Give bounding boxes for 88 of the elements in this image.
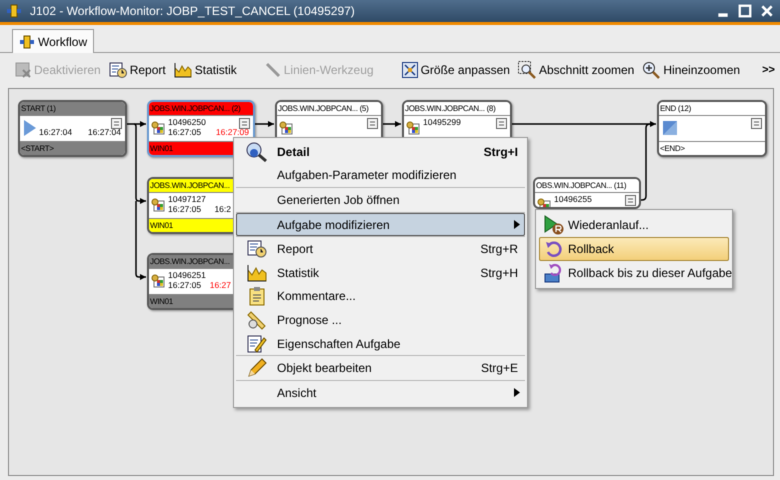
menu-item[interactable]: Rollback [539, 237, 729, 261]
zoom-area-icon [518, 60, 536, 78]
collapse-icon[interactable] [367, 118, 378, 129]
node-footer: WIN01 [149, 218, 235, 232]
chart-icon [247, 264, 267, 282]
restart-icon [543, 215, 565, 235]
play-icon [24, 120, 36, 136]
menu-item[interactable]: Report Strg+R [236, 237, 525, 261]
workflow-icon [6, 4, 22, 18]
more-button[interactable]: >> [759, 64, 778, 76]
job-number: 10496255 [554, 194, 592, 204]
node-header: OBS.WIN.JOBPCAN... (11) [535, 179, 639, 193]
start-time: 16:27:05 [168, 127, 202, 137]
job-icon [151, 121, 165, 135]
node-footer: <START> [20, 141, 125, 155]
node-header: JOBS.WIN.JOBPCAN... [149, 179, 235, 193]
end-icon [663, 121, 677, 135]
collapse-icon[interactable] [111, 118, 122, 129]
menu-item[interactable]: Kommentare... [236, 284, 525, 308]
node-header: START (1) [20, 102, 125, 116]
collapse-icon[interactable] [496, 118, 507, 129]
toolbar-button[interactable]: Statistik [170, 62, 240, 78]
node-header: END (12) [659, 102, 765, 116]
menu-item[interactable]: Ansicht [236, 380, 525, 405]
pencil-icon [247, 358, 267, 378]
node-footer: <END> [659, 141, 765, 155]
node-header: JOBS.WIN.JOBPCAN... (5) [277, 102, 381, 116]
tab[interactable]: Workflow [12, 29, 94, 53]
end-time: 16:27 [210, 280, 231, 290]
job-number: 10497127 [168, 194, 206, 204]
fit-size-icon [402, 62, 418, 78]
workflow-icon [19, 34, 35, 48]
menu-item[interactable]: Objekt bearbeiten Strg+E [236, 356, 525, 380]
menu-item[interactable]: Aufgaben-Parameter modifizieren [236, 164, 525, 188]
rollback-document-icon [544, 263, 564, 283]
workflow-node[interactable]: START (1) 16:27:04 16:27:04 <START> [18, 100, 127, 157]
deactivate-icon [15, 62, 31, 78]
window-title: J102 - Workflow-Monitor: JOBP_TEST_CANCEL (10495297) [30, 4, 356, 18]
start-time: 16:27:05 [168, 280, 202, 290]
collapse-icon[interactable] [239, 118, 250, 129]
toolbar-button[interactable]: Report [106, 62, 169, 78]
collapse-icon[interactable] [625, 195, 636, 206]
toolbar-button[interactable]: Abschnitt zoomen [514, 60, 638, 78]
node-footer: WIN01 [149, 294, 235, 308]
line-tool-icon [264, 62, 281, 78]
end-time: 16:2 [214, 204, 231, 214]
job-number: 10495299 [423, 117, 461, 127]
zoom-in-icon [642, 60, 660, 78]
report-icon [247, 240, 267, 258]
clipboard-icon [248, 286, 266, 306]
menu-item[interactable]: Eigenschaften Aufgabe [236, 332, 525, 356]
menu-item[interactable]: Rollback bis zu dieser Aufgabe [539, 261, 729, 285]
connector-arrow [381, 121, 401, 127]
toolbar-button[interactable]: Hineinzoomen [639, 60, 744, 78]
end-time: 16:27:09 [216, 127, 249, 137]
job-icon [151, 274, 165, 288]
workflow-node[interactable]: JOBS.WIN.JOBPCAN... 10497127 16:27:05 16:2 WIN01 [147, 177, 235, 234]
menu-item[interactable]: Prognose ... [236, 308, 525, 332]
toolbar-button[interactable]: Größe anpassen [398, 62, 513, 78]
edit-document-icon [247, 334, 267, 354]
node-header: JOBS.WIN.JOBPCAN... (8) [404, 102, 510, 116]
detail-icon [246, 142, 268, 162]
job-icon [279, 121, 293, 135]
workflow-node[interactable]: JOBS.WIN.JOBPCAN... (2) 10496250 16:27:05 16:27:09 WIN01 [147, 100, 255, 157]
close-icon[interactable] [760, 4, 774, 18]
menu-item[interactable]: Generierten Job öffnen [236, 188, 525, 212]
node-header: JOBS.WIN.JOBPCAN... (2) [149, 102, 253, 116]
menu-item[interactable]: Statistik Strg+H [236, 260, 525, 285]
workflow-node[interactable]: END (12) <END> [657, 100, 767, 157]
connector-arrow [253, 121, 274, 127]
job-icon [151, 198, 165, 212]
job-number: 10496251 [168, 270, 206, 280]
chart-icon [174, 62, 192, 78]
node-header: JOBS.WIN.JOBPCAN... [149, 255, 235, 269]
menu-item[interactable]: Aufgabe modifizieren [236, 212, 525, 236]
collapse-icon[interactable] [751, 118, 762, 129]
ruler-icon [247, 310, 267, 330]
job-icon [406, 121, 420, 135]
undo-arrow-icon [545, 240, 563, 258]
workflow-node[interactable]: JOBS.WIN.JOBPCAN... 10496251 16:27:05 16:27 WIN01 [147, 253, 235, 310]
job-number: 10496250 [168, 117, 206, 127]
menu-item[interactable]: Wiederanlauf... [539, 213, 729, 237]
report-icon [108, 62, 127, 78]
end-time: 16:27:04 [88, 127, 121, 137]
start-time: 16:27:04 [39, 127, 72, 137]
workflow-node[interactable]: OBS.WIN.JOBPCAN... (11) 10496255 [533, 177, 641, 209]
start-time: 16:27:05 [168, 204, 202, 214]
maximize-icon[interactable] [738, 4, 752, 18]
